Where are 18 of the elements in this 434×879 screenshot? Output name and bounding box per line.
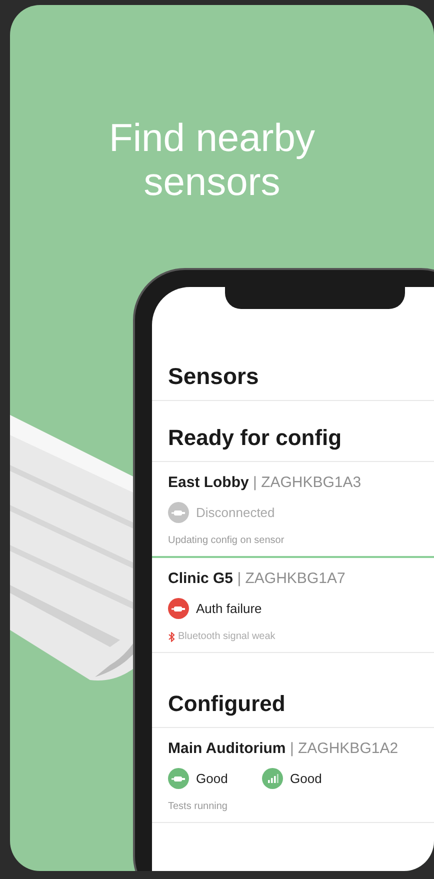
sensor-title: East Lobby | ZAGHKBG1A3 [168,474,362,491]
sensor-title: Clinic G5 | ZAGHKBG1A7 [168,570,346,587]
sensor-note: Bluetooth signal weak [178,631,276,642]
bluetooth-icon [168,632,175,642]
status-label: Auth failure [196,601,262,616]
section-heading: Configured [168,691,286,717]
sensor-row[interactable]: Main Auditorium | ZAGHKBG1A2 Good Good Tests running [152,728,434,823]
sensor-note: Tests running [168,801,228,812]
status-label: Disconnected [196,505,275,520]
section-heading: Ready for config [168,425,342,451]
headline: Find nearby sensors [108,116,316,205]
status-label: Good [290,771,322,786]
screen-title: Sensors [168,363,259,391]
sensor-row[interactable]: Clinic G5 | ZAGHKBG1A7 Auth failure Bluetooth signal weak [152,558,434,653]
status-label: Good [196,771,228,786]
sensor-row[interactable]: East Lobby | ZAGHKBG1A3 Disconnected Updating config on sensor [152,462,434,558]
sensor-title: Main Auditorium | ZAGHKBG1A2 [168,740,398,757]
sensor-note: Updating config on sensor [168,535,284,546]
